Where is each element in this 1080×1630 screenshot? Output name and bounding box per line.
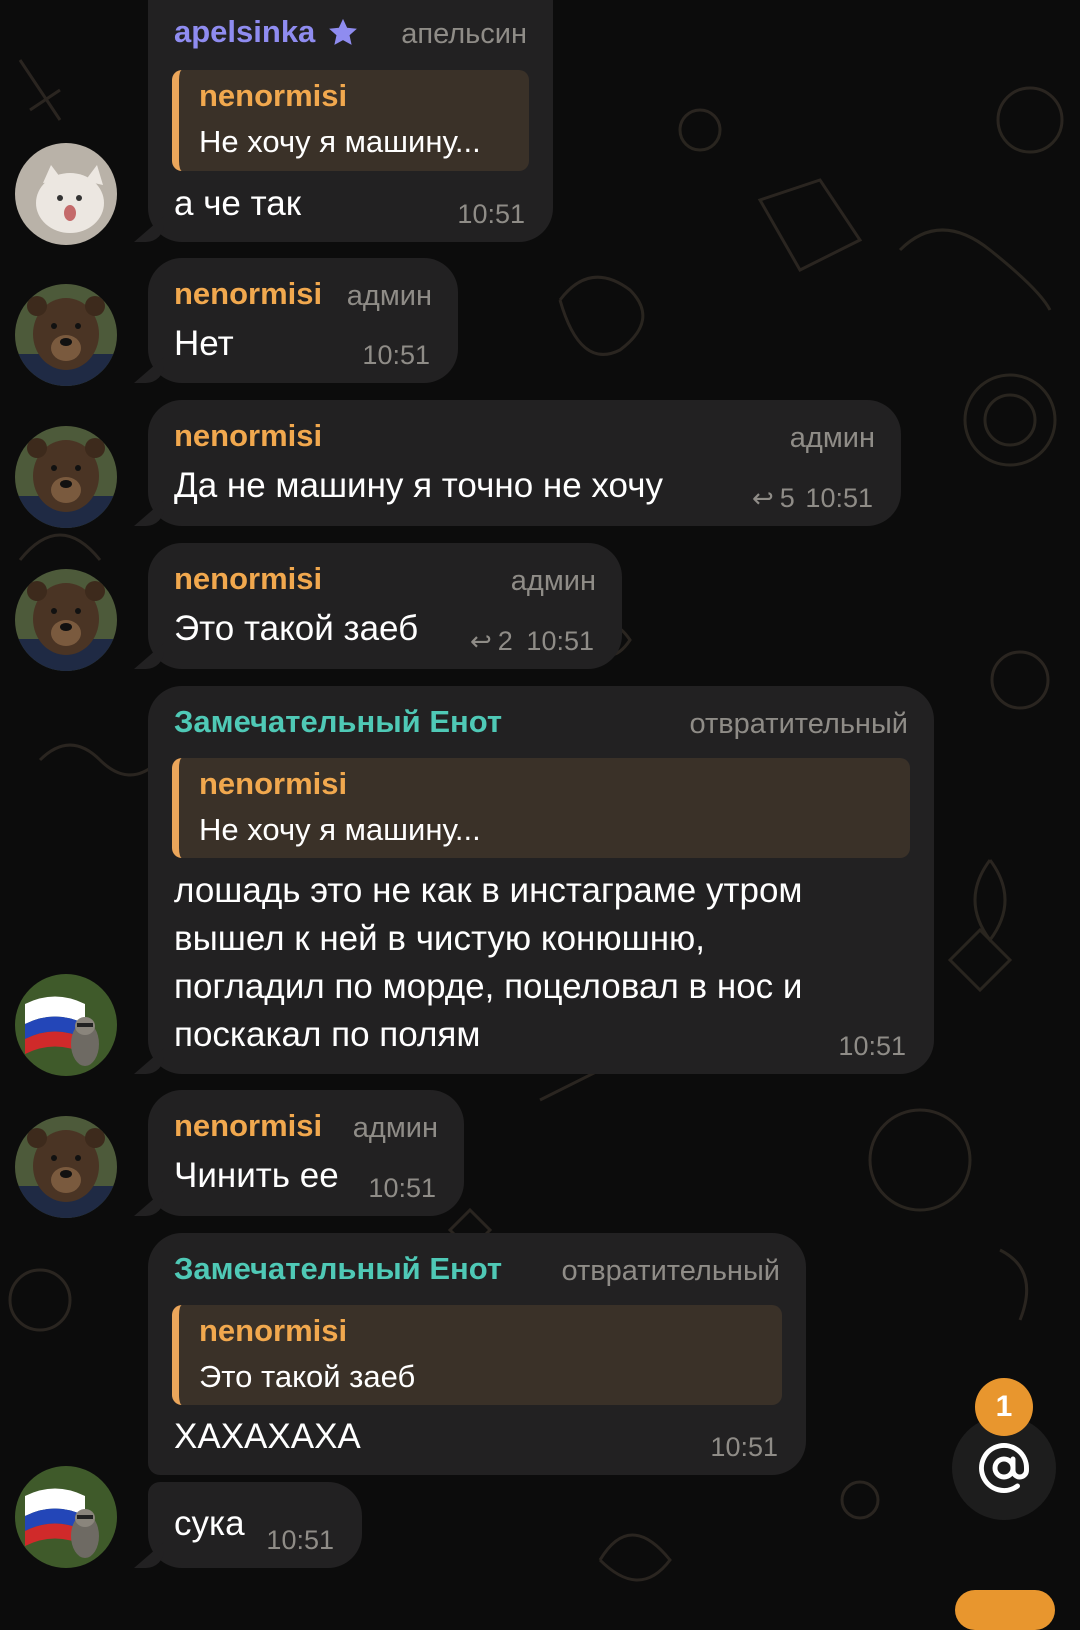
message-line: лошадь это не как в инстаграме утром <box>174 871 803 910</box>
message-line: вышел к ней в чистую конюшню, <box>174 919 706 958</box>
message-text: сука <box>174 1504 245 1543</box>
message-time: 10:51 <box>805 483 873 513</box>
sender-name[interactable]: nenormisi <box>174 1108 322 1144</box>
message-text: ХАХАХАХА <box>174 1417 361 1456</box>
message-bubble[interactable]: Замечательный Енот отвратительный nenorm… <box>148 686 934 1074</box>
reply-quote[interactable]: nenormisi Это такой заеб <box>172 1305 782 1405</box>
replies-count: 2 <box>497 626 513 656</box>
message-bubble[interactable]: Замечательный Енот отвратительный nenorm… <box>148 1233 806 1475</box>
message-bubble[interactable]: nenormisi админ Это такой заеб ↩ 2 10:51 <box>148 543 622 669</box>
quote-sender: nenormisi <box>199 766 348 801</box>
sender-name[interactable]: apelsinka <box>174 14 315 50</box>
member-role: админ <box>789 422 875 454</box>
message-text: Да не машину я точно не хочу <box>174 466 663 505</box>
sender-name[interactable]: Замечательный Енот <box>174 704 502 740</box>
reply-arrow-icon: ↩ <box>470 626 492 656</box>
at-icon <box>979 1443 1029 1493</box>
quote-sender: nenormisi <box>199 1313 348 1348</box>
message-time: 10:51 <box>526 626 594 656</box>
quote-text: Это такой заеб <box>199 1359 416 1394</box>
message-line: погладил по морде, поцеловал в нос и <box>174 967 803 1006</box>
member-role: админ <box>510 565 596 597</box>
member-role: админ <box>346 280 432 312</box>
quote-text: Не хочу я машину... <box>199 124 481 159</box>
message-bubble[interactable]: apelsinka апельсин nenormisi Не хочу я м… <box>148 0 553 242</box>
message-text: лошадь это не как в инстаграме утром выш… <box>174 867 803 1059</box>
mentions-count-badge: 1 <box>975 1378 1033 1436</box>
quote-sender: nenormisi <box>199 78 348 113</box>
message-text: а че так <box>174 184 302 223</box>
replies-counter[interactable]: ↩ 2 <box>470 626 513 657</box>
message-text: Это такой заеб <box>174 609 419 648</box>
message-bubble[interactable]: nenormisi админ Нет 10:51 <box>148 258 458 383</box>
message-time: 10:51 <box>838 1031 906 1061</box>
message-time: 10:51 <box>362 340 430 370</box>
avatar-bear[interactable] <box>15 569 117 671</box>
message-text: Нет <box>174 324 234 363</box>
reply-arrow-icon: ↩ <box>752 483 774 513</box>
scroll-down-button[interactable] <box>955 1590 1055 1630</box>
avatar-raccoon[interactable] <box>15 1466 117 1568</box>
sender-name[interactable]: Замечательный Енот <box>174 1251 502 1287</box>
message-time: 10:51 <box>710 1432 778 1462</box>
sender-name[interactable]: nenormisi <box>174 561 322 597</box>
member-role: отвратительный <box>561 1255 781 1287</box>
sender-name[interactable]: nenormisi <box>174 418 322 454</box>
avatar-bear[interactable] <box>15 426 117 528</box>
avatar-bear[interactable] <box>15 284 117 386</box>
message-bubble[interactable]: сука 10:51 <box>148 1482 362 1568</box>
member-role: отвратительный <box>689 708 909 740</box>
member-role: апельсин <box>401 18 527 50</box>
avatar-cat[interactable] <box>15 143 117 245</box>
message-text: Чинить ее <box>174 1156 339 1195</box>
message-bubble[interactable]: nenormisi админ Да не машину я точно не … <box>148 400 901 526</box>
message-bubble[interactable]: nenormisi админ Чинить ее 10:51 <box>148 1090 464 1216</box>
replies-counter[interactable]: ↩ 5 <box>752 483 795 514</box>
message-line: поскакал по полям <box>174 1015 481 1054</box>
message-time: 10:51 <box>368 1173 436 1203</box>
sender-name[interactable]: nenormisi <box>174 276 322 312</box>
avatar-raccoon[interactable] <box>15 974 117 1076</box>
star-icon <box>329 18 357 45</box>
reply-quote[interactable]: nenormisi Не хочу я машину... <box>172 70 529 171</box>
replies-count: 5 <box>779 483 795 513</box>
avatar-bear[interactable] <box>15 1116 117 1218</box>
member-role: админ <box>352 1112 438 1144</box>
message-time: 10:51 <box>266 1525 334 1555</box>
quote-text: Не хочу я машину... <box>199 812 481 847</box>
reply-quote[interactable]: nenormisi Не хочу я машину... <box>172 758 910 858</box>
message-time: 10:51 <box>457 199 525 229</box>
